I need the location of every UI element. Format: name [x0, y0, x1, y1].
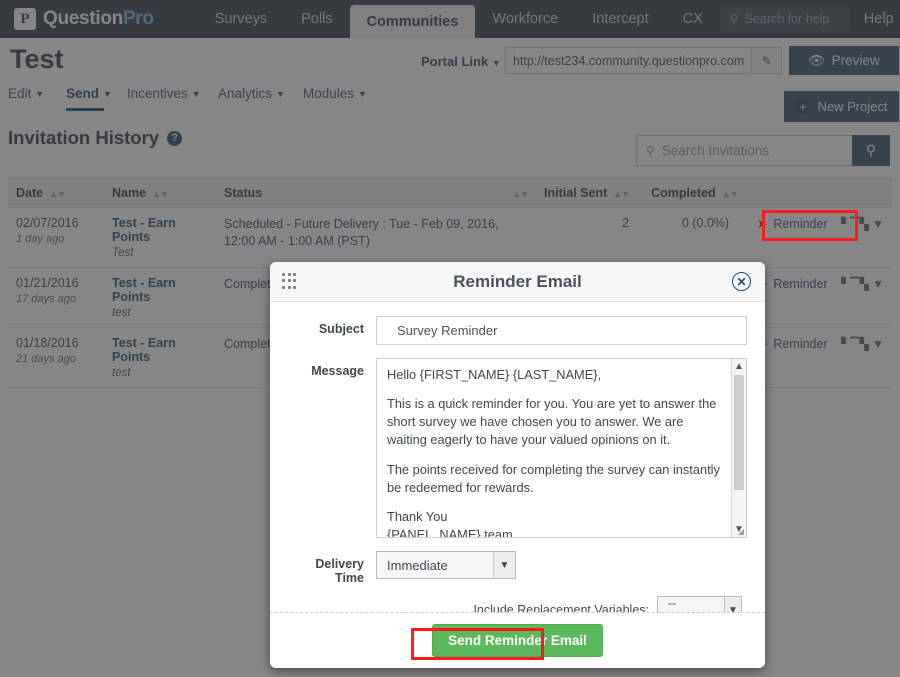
subject-input[interactable]: Survey Reminder	[376, 316, 747, 345]
message-paragraph-2: This is a quick reminder for you. You ar…	[387, 396, 717, 448]
dialog-header: Reminder Email ✕	[270, 262, 765, 302]
delivery-time-label: Delivery Time	[315, 557, 364, 585]
message-paragraph-1: Hello {FIRST_NAME} {LAST_NAME},	[387, 367, 602, 382]
reminder-email-dialog: Reminder Email ✕ Subject Survey Reminder…	[270, 262, 765, 668]
message-paragraph-3: The points received for completing the s…	[387, 461, 720, 495]
message-row: Message Hello {FIRST_NAME} {LAST_NAME}, …	[288, 358, 747, 538]
delivery-time-value: Immediate	[387, 557, 448, 573]
subject-row: Subject Survey Reminder	[288, 316, 747, 345]
dialog-title: Reminder Email	[453, 271, 582, 291]
resize-handle-icon[interactable]: ◢	[738, 528, 744, 536]
message-paragraph-5: {PANEL_NAME} team	[387, 527, 513, 538]
delivery-time-select[interactable]: Immediate ▼	[376, 551, 516, 579]
dialog-footer: Send Reminder Email	[270, 612, 765, 668]
message-label: Message	[311, 364, 364, 378]
scrollbar-thumb[interactable]	[734, 375, 744, 490]
close-icon[interactable]: ✕	[732, 272, 751, 291]
subject-label: Subject	[318, 322, 364, 336]
message-content: Hello {FIRST_NAME} {LAST_NAME}, This is …	[377, 359, 746, 538]
message-paragraph-4: Thank You	[387, 508, 448, 524]
chevron-up-icon-scroll[interactable]: ▲	[734, 359, 744, 374]
screenshot-root: P QuestionPro Surveys Polls Communities …	[0, 0, 900, 677]
drag-grip-icon[interactable]	[282, 273, 297, 290]
delivery-time-row: Delivery Time Immediate ▼	[288, 551, 747, 585]
message-textarea[interactable]: Hello {FIRST_NAME} {LAST_NAME}, This is …	[376, 358, 747, 538]
send-reminder-email-button[interactable]: Send Reminder Email	[432, 624, 603, 657]
message-scrollbar[interactable]: ▲ ▼	[731, 359, 746, 537]
dialog-body: Subject Survey Reminder Message Hello {F…	[270, 302, 765, 624]
chevron-down-icon-delivery: ▼	[493, 552, 515, 578]
